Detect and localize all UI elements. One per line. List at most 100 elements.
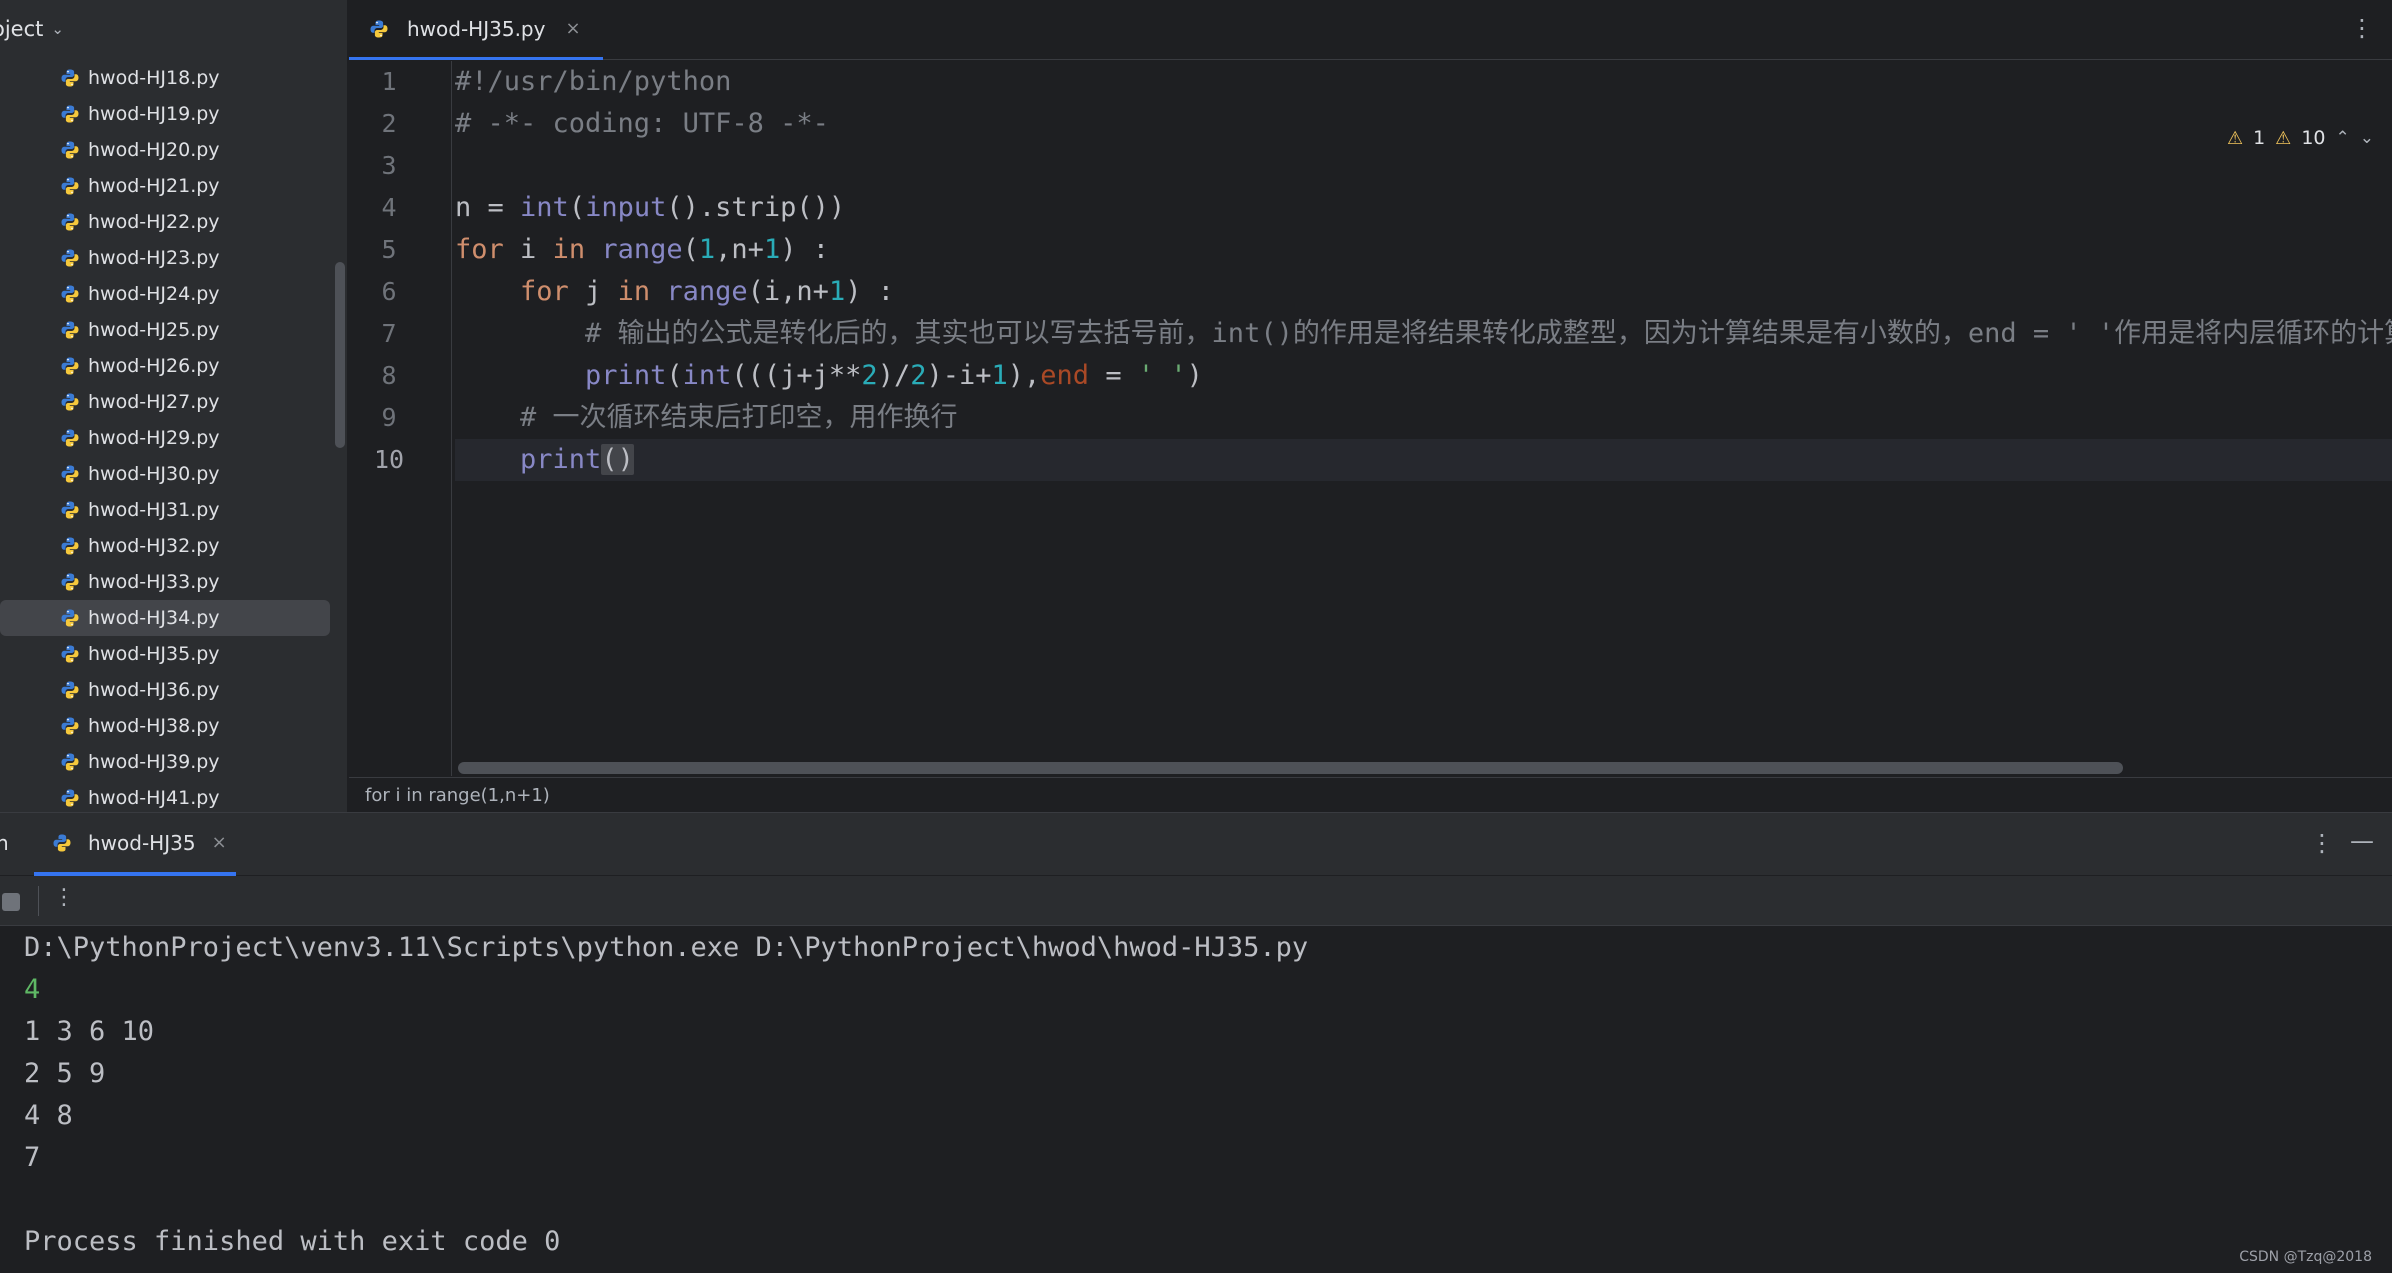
watermark: CSDN @Tzq@2018 <box>2239 1249 2372 1265</box>
file-item[interactable]: hwod-HJ41.py <box>0 780 330 812</box>
line-number: 1 <box>381 67 397 96</box>
file-item[interactable]: hwod-HJ31.py <box>0 492 330 528</box>
file-name: hwod-HJ31.py <box>88 499 220 521</box>
file-item[interactable]: hwod-HJ20.py <box>0 132 330 168</box>
file-item[interactable]: hwod-HJ39.py <box>0 744 330 780</box>
python-file-icon <box>61 213 79 231</box>
python-file-icon <box>61 501 79 519</box>
code-line[interactable]: # 输出的公式是转化后的，其实也可以写去括号前，int()的作用是将结果转化成整… <box>455 313 2392 355</box>
code-line[interactable]: # -*- coding: UTF-8 -*- <box>455 103 2392 145</box>
python-file-icon <box>61 465 79 483</box>
code-area[interactable]: 1 2 3 4 5 6 7 8 9 10 #!/usr/bin/python #… <box>349 61 2392 776</box>
run-tab-hwod-hj35[interactable]: hwod-HJ35 × <box>34 813 236 876</box>
python-file-icon <box>61 537 79 555</box>
project-view-title[interactable]: oject <box>0 17 43 41</box>
file-name: hwod-HJ19.py <box>88 103 220 125</box>
console-output-line: 7 <box>24 1142 41 1173</box>
line-number: 9 <box>381 403 397 432</box>
file-item[interactable]: hwod-HJ22.py <box>0 204 330 240</box>
line-number: 8 <box>381 361 397 390</box>
python-file-icon <box>61 681 79 699</box>
inspection-widget[interactable]: ⚠ 1 ⚠ 10 ⌃ ⌄ <box>2227 127 2374 149</box>
file-name: hwod-HJ36.py <box>88 679 220 701</box>
file-name: hwod-HJ35.py <box>88 643 220 665</box>
code-line[interactable]: for i in range(1,n+1) : <box>455 229 2392 271</box>
code-line[interactable]: print(int(((j+j**2)/2)-i+1),end = ' ') <box>455 355 2392 397</box>
more-vertical-icon[interactable]: ⋮ <box>2350 14 2374 42</box>
python-file-icon <box>61 573 79 591</box>
line-number: 6 <box>381 277 397 306</box>
file-item[interactable]: hwod-HJ36.py <box>0 672 330 708</box>
project-view-header[interactable]: oject ⌄ <box>0 0 347 58</box>
weak-warning-count: 10 <box>2301 127 2326 149</box>
python-file-icon <box>61 789 79 807</box>
file-item[interactable]: hwod-HJ21.py <box>0 168 330 204</box>
run-tab-bar: n hwod-HJ35 × ⋮ — <box>0 813 2392 876</box>
warning-count: 1 <box>2253 127 2266 149</box>
file-item[interactable]: hwod-HJ34.py <box>0 600 330 636</box>
breadcrumb[interactable]: for i in range(1,n+1) <box>349 777 2392 812</box>
run-tool-label[interactable]: n <box>0 831 9 855</box>
editor-tab-hwod-hj35[interactable]: hwod-HJ35.py × <box>349 0 603 60</box>
code-lines[interactable]: #!/usr/bin/python # -*- coding: UTF-8 -*… <box>455 61 2392 481</box>
sidebar-scrollbar[interactable] <box>335 262 345 448</box>
python-file-icon <box>53 834 71 851</box>
file-name: hwod-HJ25.py <box>88 319 220 341</box>
file-name: hwod-HJ27.py <box>88 391 220 413</box>
line-number: 2 <box>381 109 397 138</box>
file-item[interactable]: hwod-HJ26.py <box>0 348 330 384</box>
file-item[interactable]: hwod-HJ32.py <box>0 528 330 564</box>
python-file-icon <box>61 105 79 123</box>
file-item[interactable]: hwod-HJ27.py <box>0 384 330 420</box>
file-item[interactable]: hwod-HJ24.py <box>0 276 330 312</box>
file-item[interactable]: hwod-HJ23.py <box>0 240 330 276</box>
editor-tab-bar: hwod-HJ35.py × ⋮ <box>349 0 2392 60</box>
file-item[interactable]: hwod-HJ35.py <box>0 636 330 672</box>
file-item[interactable]: hwod-HJ30.py <box>0 456 330 492</box>
code-line[interactable] <box>455 145 2392 187</box>
next-highlight-icon[interactable]: ⌄ <box>2360 128 2374 148</box>
file-name: hwod-HJ26.py <box>88 355 220 377</box>
line-number: 5 <box>381 235 397 264</box>
file-name: hwod-HJ39.py <box>88 751 220 773</box>
minimize-icon[interactable]: — <box>2350 827 2374 855</box>
more-vertical-icon[interactable]: ⋮ <box>53 885 75 910</box>
console-output[interactable]: D:\PythonProject\venv3.11\Scripts\python… <box>24 927 2392 1263</box>
previous-highlight-icon[interactable]: ⌃ <box>2336 128 2350 148</box>
python-file-icon <box>61 285 79 303</box>
file-name: hwod-HJ20.py <box>88 139 220 161</box>
file-item[interactable]: hwod-HJ33.py <box>0 564 330 600</box>
code-line[interactable]: #!/usr/bin/python <box>455 61 2392 103</box>
file-name: hwod-HJ23.py <box>88 247 220 269</box>
run-toolbar: ⋮ <box>0 876 2392 926</box>
project-file-tree: hwod-HJ18.py hwod-HJ19.py hwod-HJ20.py h… <box>0 60 330 812</box>
close-icon[interactable]: × <box>565 18 580 39</box>
line-number-gutter[interactable]: 1 2 3 4 5 6 7 8 9 10 <box>349 61 452 776</box>
python-file-icon <box>370 20 388 37</box>
code-line[interactable]: n = int(input().strip()) <box>455 187 2392 229</box>
stop-icon[interactable] <box>2 893 20 911</box>
more-vertical-icon[interactable]: ⋮ <box>2310 829 2334 857</box>
python-file-icon <box>61 321 79 339</box>
file-name: hwod-HJ38.py <box>88 715 220 737</box>
file-item[interactable]: hwod-HJ18.py <box>0 60 330 96</box>
python-file-icon <box>61 609 79 627</box>
code-line-current[interactable]: print() <box>455 439 2392 481</box>
console-input-line: 4 <box>24 974 41 1005</box>
chevron-down-icon[interactable]: ⌄ <box>51 20 64 38</box>
run-tool-window: n hwod-HJ35 × ⋮ — ⋮ D:\PythonProject\ven… <box>0 812 2392 1273</box>
close-icon[interactable]: × <box>212 832 227 853</box>
toolbar-separator <box>38 886 39 916</box>
code-line[interactable]: # 一次循环结束后打印空，用作换行 <box>455 397 2392 439</box>
file-item[interactable]: hwod-HJ38.py <box>0 708 330 744</box>
line-number: 3 <box>381 151 397 180</box>
code-line[interactable]: for j in range(i,n+1) : <box>455 271 2392 313</box>
file-name: hwod-HJ24.py <box>88 283 220 305</box>
file-item[interactable]: hwod-HJ29.py <box>0 420 330 456</box>
python-file-icon <box>61 69 79 87</box>
file-item[interactable]: hwod-HJ19.py <box>0 96 330 132</box>
file-item[interactable]: hwod-HJ25.py <box>0 312 330 348</box>
file-name: hwod-HJ32.py <box>88 535 220 557</box>
python-file-icon <box>61 393 79 411</box>
horizontal-scrollbar[interactable] <box>458 762 2123 774</box>
